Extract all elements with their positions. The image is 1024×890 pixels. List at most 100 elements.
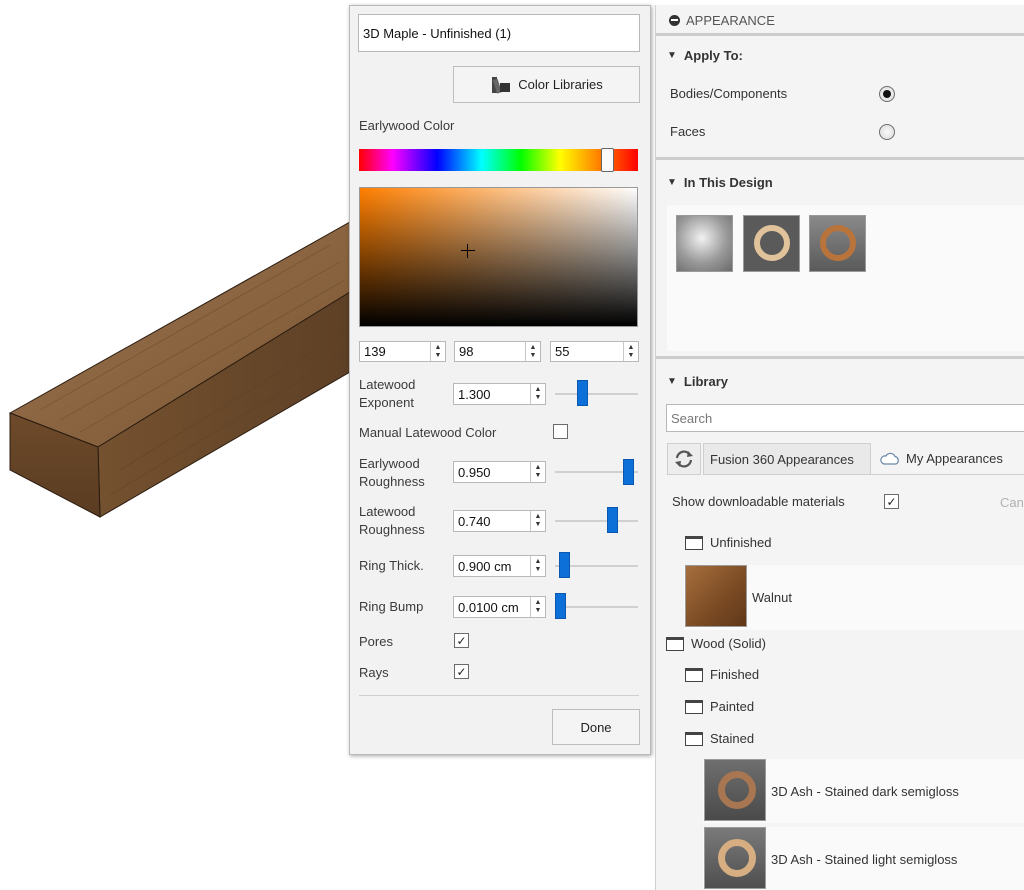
tab-fusion-360-appearances[interactable]: Fusion 360 Appearances	[703, 443, 871, 475]
earlywood-color-label: Earlywood Color	[359, 118, 455, 133]
blue-spinner-arrows[interactable]: ▲ ▼	[623, 342, 638, 361]
ash-dark-thumbnail	[704, 759, 766, 821]
folder-finished-label: Finished	[710, 667, 760, 682]
cancel-link[interactable]: Can	[1000, 495, 1024, 510]
ring-bump-input[interactable]: 0.0100 cm ▲ ▼	[453, 596, 546, 618]
ring-thick-label: Ring Thick.	[359, 558, 424, 573]
red-value-input[interactable]: 139 ▲ ▼	[359, 341, 446, 362]
refresh-button[interactable]	[667, 443, 701, 475]
minus-circle-icon[interactable]	[669, 14, 680, 26]
bodies-components-radio[interactable]	[879, 86, 895, 102]
ring-bump-track[interactable]	[555, 606, 638, 608]
folder-icon	[685, 535, 703, 550]
ring-bump-label: Ring Bump	[359, 599, 424, 614]
material-editor-panel: 3D Maple - Unfinished (1) Color Librarie…	[349, 5, 651, 755]
folder-painted[interactable]: Painted	[685, 699, 754, 714]
earlywood-roughness-arrows[interactable]: ▲ ▼	[530, 462, 545, 482]
color-libraries-label: Color Libraries	[518, 77, 603, 92]
material-ash-light-row[interactable]: 3D Ash - Stained light semigloss	[703, 827, 1024, 890]
manual-latewood-color-checkbox[interactable]	[553, 424, 568, 439]
apply-to-option-faces[interactable]: Faces	[670, 124, 910, 144]
ash-dark-label: 3D Ash - Stained dark semigloss	[771, 784, 959, 799]
earlywood-roughness-input[interactable]: 0.950 ▲ ▼	[453, 461, 546, 483]
search-placeholder: Search	[671, 410, 713, 426]
title-separator	[656, 33, 1024, 36]
collapse-triangle-icon: ▼	[667, 177, 677, 188]
blue-value: 55	[555, 344, 570, 359]
color-swatch-icon	[492, 76, 511, 94]
earlywood-roughness-label: Earlywood Roughness	[359, 456, 425, 489]
apply-to-title: Apply To:	[683, 48, 743, 63]
folder-icon	[666, 636, 684, 651]
latewood-roughness-arrows[interactable]: ▲ ▼	[530, 511, 545, 531]
color-picker-crosshair[interactable]	[461, 244, 475, 258]
folder-icon	[685, 667, 703, 682]
cloud-icon	[880, 452, 899, 465]
latewood-exponent-input[interactable]: 1.300 ▲ ▼	[453, 383, 546, 405]
library-title: Library	[683, 374, 728, 389]
apply-to-option-bodies[interactable]: Bodies/Components	[670, 86, 910, 106]
latewood-exponent-arrows[interactable]: ▲ ▼	[530, 384, 545, 404]
latewood-roughness-track[interactable]	[555, 520, 638, 522]
latewood-roughness-slider[interactable]	[607, 507, 618, 533]
library-header[interactable]: ▼ Library	[667, 374, 728, 389]
material-ash-dark-row[interactable]: 3D Ash - Stained dark semigloss	[703, 759, 1024, 823]
done-label: Done	[580, 719, 612, 735]
green-spinner-arrows[interactable]: ▲ ▼	[525, 342, 540, 361]
pores-checkbox[interactable]: ✓	[454, 633, 469, 648]
folder-finished[interactable]: Finished	[685, 667, 759, 682]
refresh-icon	[675, 450, 693, 468]
tab-fusion-label: Fusion 360 Appearances	[710, 451, 854, 467]
in-this-design-header[interactable]: ▼ In This Design	[667, 175, 773, 190]
folder-wood-solid[interactable]: Wood (Solid)	[666, 636, 766, 651]
ring-bump-arrows[interactable]: ▲ ▼	[530, 597, 545, 617]
hue-slider[interactable]	[359, 149, 638, 171]
collapse-triangle-icon: ▼	[667, 50, 677, 61]
red-value: 139	[364, 344, 386, 359]
radio-selected-dot	[883, 90, 891, 98]
folder-painted-label: Painted	[710, 699, 755, 714]
in-this-design-separator	[656, 356, 1024, 359]
show-downloadable-checkbox[interactable]: ✓	[884, 494, 899, 509]
green-value-input[interactable]: 98 ▲ ▼	[454, 341, 541, 362]
red-spinner-arrows[interactable]: ▲ ▼	[430, 342, 445, 361]
color-libraries-button[interactable]: Color Libraries	[453, 66, 640, 103]
tab-my-appearances[interactable]: My Appearances	[871, 443, 1024, 475]
material-name-input[interactable]: 3D Maple - Unfinished (1)	[358, 14, 640, 52]
wood-plank-model[interactable]	[0, 0, 360, 530]
latewood-exponent-track[interactable]	[555, 393, 638, 395]
walnut-thumbnail	[685, 565, 747, 627]
editor-divider	[359, 695, 639, 696]
faces-label: Faces	[670, 124, 706, 139]
hue-slider-thumb[interactable]	[601, 148, 614, 172]
pores-label: Pores	[359, 634, 393, 649]
done-button[interactable]: Done	[552, 709, 640, 745]
design-swatch-wood[interactable]	[809, 215, 866, 272]
design-swatch-maple[interactable]	[743, 215, 800, 272]
latewood-exponent-slider[interactable]	[577, 380, 588, 406]
show-downloadable-label: Show downloadable materials	[672, 494, 845, 509]
earlywood-roughness-slider[interactable]	[623, 459, 634, 485]
apply-to-header[interactable]: ▼ Apply To:	[667, 48, 743, 63]
ring-bump-slider[interactable]	[555, 593, 566, 619]
manual-latewood-color-label: Manual Latewood Color	[359, 425, 497, 440]
rays-checkbox[interactable]: ✓	[454, 664, 469, 679]
in-this-design-title: In This Design	[683, 175, 773, 190]
blue-value-input[interactable]: 55 ▲ ▼	[550, 341, 639, 362]
color-saturation-field[interactable]	[359, 187, 638, 327]
latewood-exponent-value: 1.300	[458, 386, 491, 402]
latewood-roughness-input[interactable]: 0.740 ▲ ▼	[453, 510, 546, 532]
folder-icon	[685, 699, 703, 714]
folder-stained-label: Stained	[710, 731, 755, 746]
ring-thick-input[interactable]: 0.900 cm ▲ ▼	[453, 555, 546, 577]
apply-to-separator	[656, 157, 1024, 160]
ring-thick-slider[interactable]	[559, 552, 570, 578]
folder-unfinished[interactable]: Unfinished	[685, 535, 771, 550]
folder-wood-solid-label: Wood (Solid)	[691, 636, 766, 651]
material-walnut-row[interactable]: Walnut	[684, 565, 1024, 630]
library-search-input[interactable]: Search	[666, 404, 1024, 432]
faces-radio[interactable]	[879, 124, 895, 140]
folder-stained[interactable]: Stained	[685, 731, 754, 746]
ring-thick-arrows[interactable]: ▲ ▼	[530, 556, 545, 576]
design-swatch-generic[interactable]	[676, 215, 733, 272]
